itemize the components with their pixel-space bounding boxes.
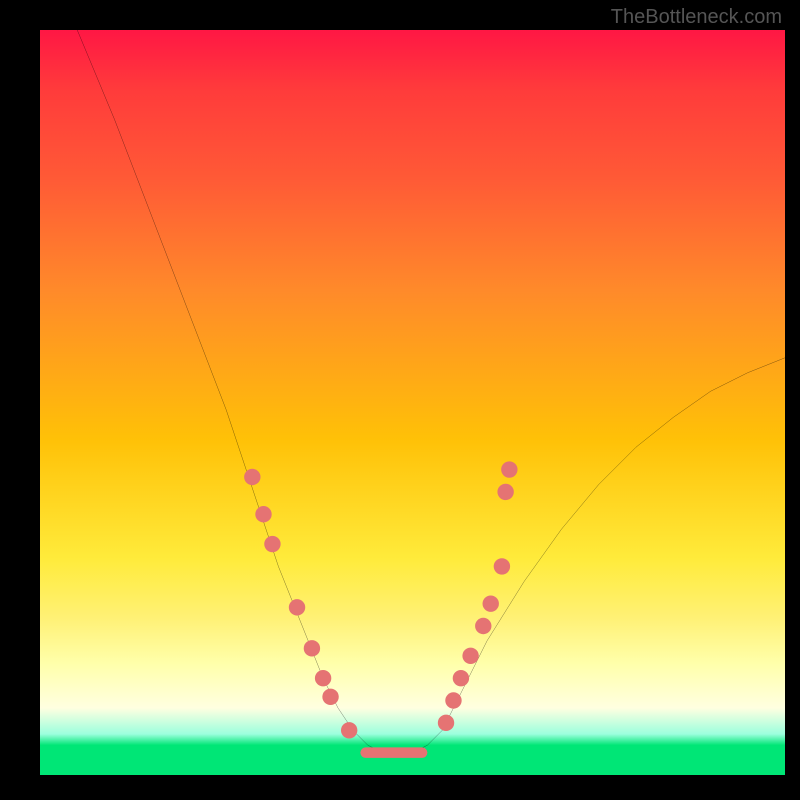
marker-dot xyxy=(315,670,331,686)
marker-dot xyxy=(289,599,305,615)
marker-dot xyxy=(445,692,461,708)
marker-dot xyxy=(244,469,260,485)
data-markers xyxy=(244,461,517,738)
marker-dot xyxy=(304,640,320,656)
marker-dot xyxy=(483,595,499,611)
marker-dot xyxy=(494,558,510,574)
marker-dot xyxy=(462,648,478,664)
marker-dot xyxy=(322,689,338,705)
marker-dot xyxy=(341,722,357,738)
marker-dot xyxy=(438,715,454,731)
bottleneck-curve xyxy=(77,30,785,753)
curve-svg xyxy=(40,30,785,775)
marker-dot xyxy=(475,618,491,634)
marker-dot xyxy=(255,506,271,522)
marker-dot xyxy=(497,484,513,500)
watermark-text: TheBottleneck.com xyxy=(611,6,782,29)
marker-dot xyxy=(453,670,469,686)
bottom-marker-bar xyxy=(360,747,427,757)
plot-area xyxy=(40,30,785,775)
marker-dot xyxy=(501,461,517,477)
marker-dot xyxy=(264,536,280,552)
